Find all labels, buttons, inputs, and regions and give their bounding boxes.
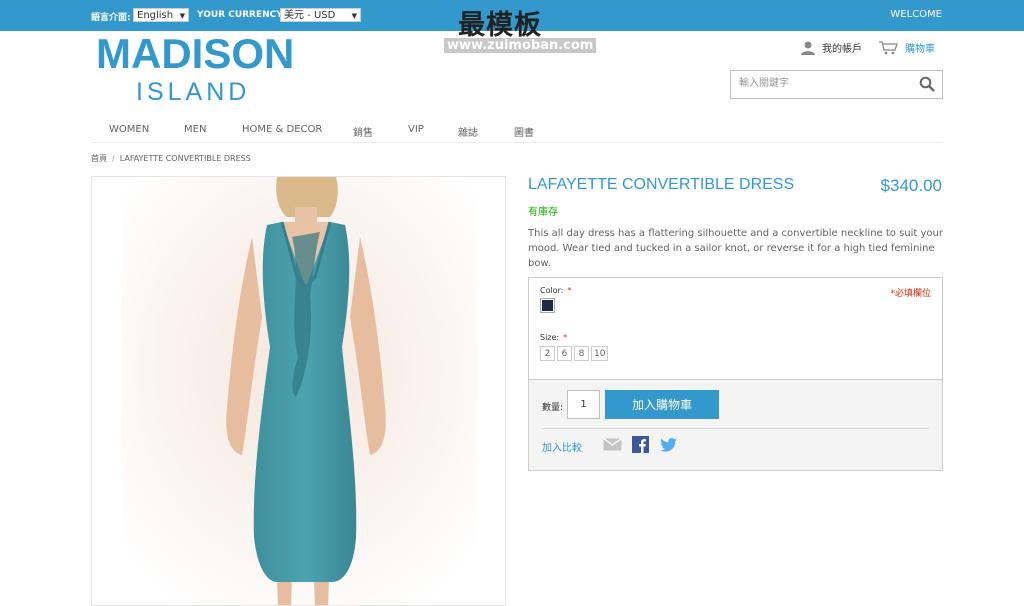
logo-line-2[interactable]: ISLAND (136, 78, 250, 107)
facebook-icon[interactable] (632, 436, 649, 453)
cart-label: 購物車 (905, 44, 935, 55)
product-options: Color: * *必填欄位 Size: * 2 6 8 10 (528, 277, 943, 380)
nav-item-women[interactable]: WOMEN (109, 124, 149, 135)
dress-photo-icon (122, 177, 477, 605)
required-star: * (567, 286, 572, 295)
welcome-message: WELCOME (890, 9, 942, 20)
search-box (730, 70, 943, 99)
account-label: 我的帳戶 (822, 44, 862, 55)
currency-select[interactable]: 美元 - USD ▼ (280, 8, 361, 22)
add-to-cart-button[interactable]: 加入購物車 (605, 390, 719, 419)
currency-label: YOUR CURRENCY: (197, 10, 286, 20)
size-label-text: Size: (540, 333, 560, 342)
account-link[interactable]: 我的帳戶 (800, 40, 862, 55)
breadcrumb-separator: / (112, 154, 115, 163)
logo-line-1[interactable]: MADISON (96, 30, 294, 78)
watermark-url: www.zuimoban.com (444, 38, 597, 53)
color-label-text: Color: (540, 286, 564, 295)
add-to-compare-link[interactable]: 加入比較 (542, 439, 582, 454)
size-options: 2 6 8 10 (540, 346, 609, 361)
chevron-down-icon: ▼ (179, 12, 185, 20)
language-value: English (137, 10, 174, 21)
required-note: *必填欄位 (890, 289, 931, 299)
required-star: * (563, 333, 568, 342)
breadcrumb: 首頁 / LAFAYETTE CONVERTIBLE DRESS (91, 153, 251, 164)
product-name: LAFAYETTE CONVERTIBLE DRESS (528, 176, 795, 193)
language-select[interactable]: English ▼ (133, 8, 189, 22)
nav-item-home-decor[interactable]: HOME & DECOR (242, 124, 322, 135)
chevron-down-icon: ▼ (351, 12, 357, 20)
language-label: 語言介面: (91, 13, 131, 23)
size-option[interactable]: 2 (540, 346, 555, 361)
color-swatch-fill (542, 300, 553, 311)
product-price: $340.00 (880, 176, 942, 195)
color-swatch[interactable] (540, 298, 555, 313)
product-description: This all day dress has a flattering silh… (528, 228, 943, 269)
add-to-cart-box: 數量: 加入購物車 加入比較 (528, 380, 943, 471)
color-label: Color: * (540, 286, 571, 295)
size-label: Size: * (540, 333, 567, 342)
user-icon (801, 41, 815, 55)
cart-icon (879, 40, 898, 54)
size-option[interactable]: 8 (574, 346, 589, 361)
size-option[interactable]: 10 (591, 346, 609, 361)
nav-item-magazine[interactable]: 雜誌 (458, 124, 478, 139)
stock-status: 有庫存 (528, 207, 558, 218)
product-image[interactable] (91, 176, 506, 606)
email-icon[interactable] (603, 438, 622, 451)
breadcrumb-home[interactable]: 首頁 (91, 154, 107, 163)
qty-input[interactable] (567, 390, 600, 419)
divider (542, 428, 929, 429)
breadcrumb-current: LAFAYETTE CONVERTIBLE DRESS (119, 154, 251, 163)
nav-item-sale[interactable]: 銷售 (353, 124, 373, 139)
nav-item-books[interactable]: 圖書 (514, 124, 534, 139)
cart-link[interactable]: 購物車 (879, 40, 935, 55)
search-input[interactable] (737, 77, 911, 90)
watermark-text: 最模板 (458, 10, 542, 41)
search-icon[interactable] (919, 76, 935, 92)
main-nav: WOMEN MEN HOME & DECOR 銷售 VIP 雜誌 圖書 (91, 116, 942, 143)
nav-item-men[interactable]: MEN (184, 124, 206, 135)
nav-item-vip[interactable]: VIP (408, 124, 424, 135)
twitter-icon[interactable] (660, 438, 677, 452)
qty-label: 數量: (542, 403, 564, 413)
size-option[interactable]: 6 (557, 346, 572, 361)
currency-value: 美元 - USD (284, 10, 336, 21)
